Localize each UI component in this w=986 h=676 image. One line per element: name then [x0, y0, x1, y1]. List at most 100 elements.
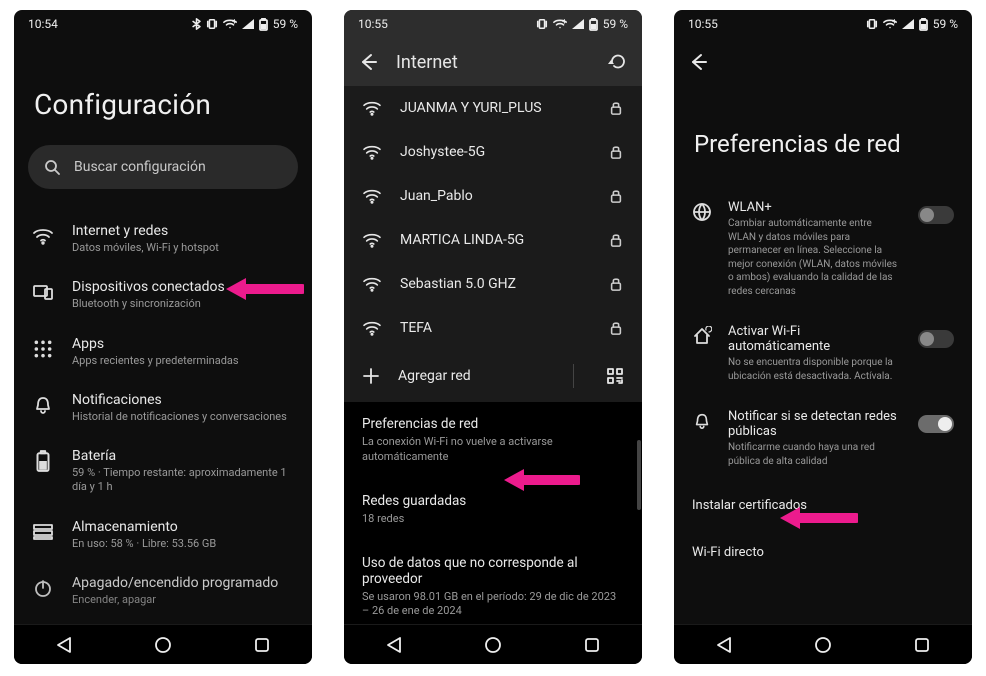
apps-icon	[32, 338, 54, 360]
network-preferences-row[interactable]: Preferencias de red La conexión Wi-Fi no…	[344, 402, 642, 479]
nav-home-icon[interactable]	[812, 634, 834, 656]
nav-home-icon[interactable]	[152, 634, 174, 656]
wifi-plus-icon	[553, 18, 567, 30]
vibrate-icon	[866, 18, 878, 30]
nav-recent-icon[interactable]	[581, 634, 603, 656]
wifi-icon	[32, 225, 54, 247]
toggle-switch[interactable]	[918, 415, 954, 433]
lock-icon	[608, 232, 624, 248]
lock-icon	[608, 188, 624, 204]
pref-notify-public[interactable]: Notificar si se detectan redes públicasN…	[674, 397, 972, 482]
status-bar: 10:55 59 %	[344, 10, 642, 38]
status-battery-pct: 59 %	[933, 17, 958, 31]
status-battery-pct: 59 %	[273, 17, 298, 31]
page-title: Preferencias de red	[674, 86, 972, 188]
pref-wlan-plus[interactable]: WLAN+Cambiar automáticamente entre WLAN …	[674, 188, 972, 312]
bluetooth-icon	[192, 18, 201, 30]
scrollbar[interactable]	[637, 440, 641, 510]
wifi-network-item[interactable]: Juan_Pablo	[344, 174, 642, 218]
vibrate-icon	[536, 18, 548, 30]
vibrate-icon	[206, 18, 218, 30]
search-input[interactable]: Buscar configuración	[28, 145, 298, 189]
nav-back-icon[interactable]	[383, 634, 405, 656]
wifi-network-item[interactable]: Joshystee-5G	[344, 130, 642, 174]
globe-icon	[692, 202, 712, 222]
nav-home-icon[interactable]	[482, 634, 504, 656]
settings-item-devices[interactable]: Dispositivos conectadosBluetooth y sincr…	[14, 267, 312, 323]
back-icon[interactable]	[358, 52, 378, 72]
lock-icon	[608, 144, 624, 160]
screen-internet: 10:55 59 % Internet JUANMA Y YURI_PLUS J…	[344, 10, 642, 664]
appbar-title: Internet	[396, 52, 590, 73]
nav-back-icon[interactable]	[713, 634, 735, 656]
settings-item-battery[interactable]: Batería59 % · Tiempo restante: aproximad…	[14, 436, 312, 507]
bell-icon	[692, 411, 712, 431]
settings-item-internet[interactable]: Internet y redes Datos móviles, Wi-Fi y h…	[14, 211, 312, 267]
devices-icon	[32, 281, 54, 303]
status-time: 10:55	[688, 17, 718, 31]
status-bar: 10:55 59 %	[674, 10, 972, 38]
back-icon[interactable]	[688, 52, 708, 72]
bell-icon	[32, 394, 54, 416]
battery-outline-icon	[32, 450, 54, 472]
plus-icon	[362, 367, 380, 385]
signal-icon	[242, 19, 254, 29]
settings-item-title: Internet y redes	[72, 223, 219, 239]
add-network-row[interactable]: Agregar red	[344, 350, 642, 402]
settings-item-storage[interactable]: AlmacenamientoEn uso: 58 % · Libre: 53.5…	[14, 507, 312, 563]
status-time: 10:55	[358, 17, 388, 31]
search-placeholder: Buscar configuración	[74, 159, 206, 175]
wifi-network-item[interactable]: JUANMA Y YURI_PLUS	[344, 86, 642, 130]
nav-bar	[674, 624, 972, 664]
home-refresh-icon	[692, 326, 712, 346]
status-bar: 10:54 59 %	[14, 10, 312, 38]
app-bar: Internet	[344, 38, 642, 86]
refresh-icon[interactable]	[608, 52, 628, 72]
wifi-plus-icon	[883, 18, 897, 30]
wifi-network-item[interactable]: MARTICA LINDA-5G	[344, 218, 642, 262]
non-carrier-data-row[interactable]: Uso de datos que no corresponde al prove…	[344, 541, 642, 624]
battery-icon	[259, 18, 268, 31]
app-bar	[674, 38, 972, 86]
signal-icon	[572, 19, 584, 29]
pref-auto-wifi[interactable]: Activar Wi-Fi automáticamenteNo se encue…	[674, 312, 972, 397]
install-certificates-row[interactable]: Instalar certificados	[674, 482, 972, 529]
toggle-switch[interactable]	[918, 330, 954, 348]
wifi-network-item[interactable]: Sebastian 5.0 GHZ	[344, 262, 642, 306]
battery-icon	[589, 18, 598, 31]
saved-networks-row[interactable]: Redes guardadas 18 redes	[344, 479, 642, 541]
wifi-icon	[362, 100, 382, 116]
wifi-icon	[362, 276, 382, 292]
nav-bar	[344, 624, 642, 664]
qr-scan-icon[interactable]	[606, 367, 624, 385]
wifi-direct-row[interactable]: Wi-Fi directo	[674, 529, 972, 576]
settings-item-apps[interactable]: AppsApps recientes y predeterminadas	[14, 324, 312, 380]
lock-icon	[608, 320, 624, 336]
lock-icon	[608, 100, 624, 116]
wifi-icon	[362, 188, 382, 204]
battery-icon	[919, 18, 928, 31]
settings-item-notifications[interactable]: NotificacionesHistorial de notificacione…	[14, 380, 312, 436]
page-title: Configuración	[14, 38, 312, 145]
wifi-network-item[interactable]: TEFA	[344, 306, 642, 350]
wifi-plus-icon	[223, 18, 237, 30]
nav-back-icon[interactable]	[53, 634, 75, 656]
search-icon	[44, 159, 60, 175]
nav-bar	[14, 624, 312, 664]
preferences-list: WLAN+Cambiar automáticamente entre WLAN …	[674, 188, 972, 624]
settings-item-power-schedule[interactable]: Apagado/encendido programadoEncender, ap…	[14, 563, 312, 619]
status-right: 59 %	[866, 17, 958, 31]
toggle-switch[interactable]	[918, 206, 954, 224]
screen-network-preferences: 10:55 59 % Preferencias de red WLAN+Camb…	[674, 10, 972, 664]
wifi-icon	[362, 320, 382, 336]
nav-recent-icon[interactable]	[911, 634, 933, 656]
wifi-icon	[362, 232, 382, 248]
settings-list: Internet y redes Datos móviles, Wi-Fi y h…	[14, 211, 312, 624]
status-time: 10:54	[28, 17, 58, 31]
wifi-list: JUANMA Y YURI_PLUS Joshystee-5G Juan_Pab…	[344, 86, 642, 624]
wifi-icon	[362, 144, 382, 160]
settings-item-sub: Datos móviles, Wi-Fi y hotspot	[72, 241, 219, 255]
status-right: 59 %	[536, 17, 628, 31]
storage-icon	[32, 521, 54, 543]
nav-recent-icon[interactable]	[251, 634, 273, 656]
